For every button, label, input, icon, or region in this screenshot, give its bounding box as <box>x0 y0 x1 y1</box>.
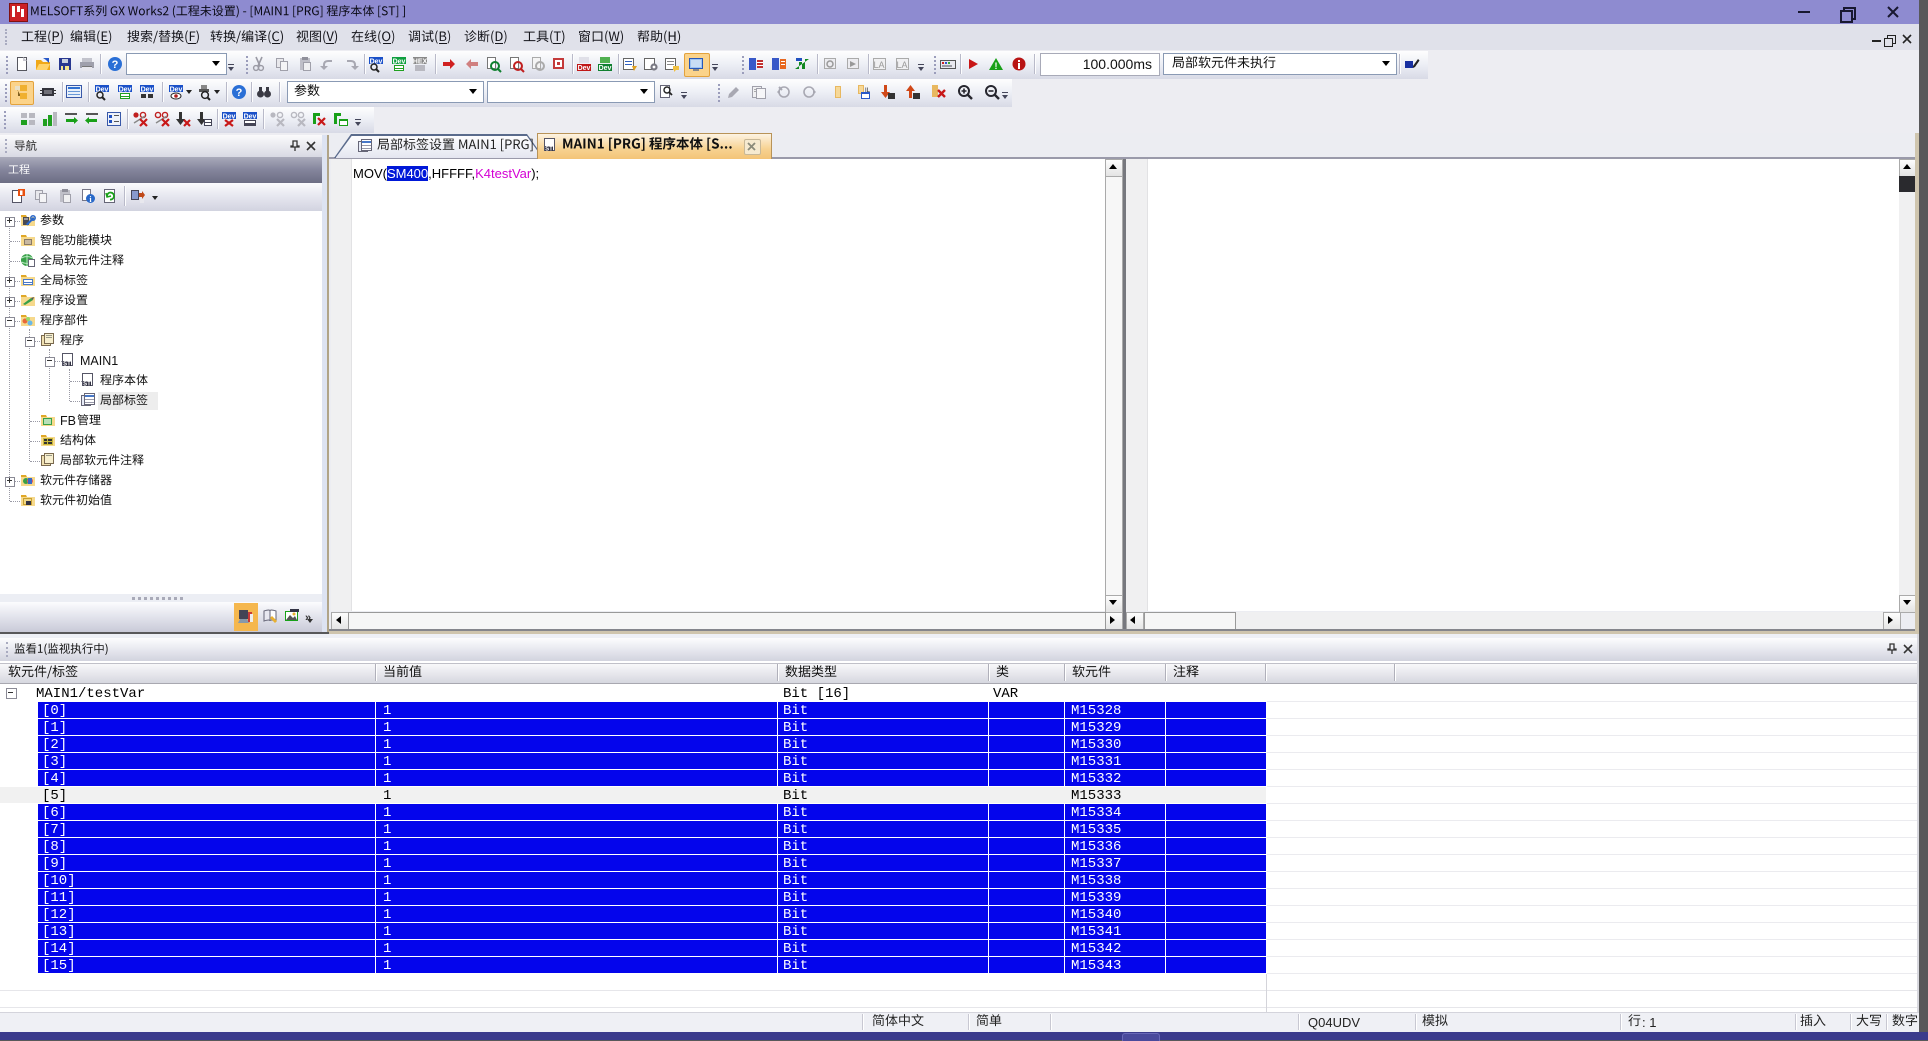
svg-text:Dev: Dev <box>393 59 406 66</box>
svg-text:Dev: Dev <box>244 114 257 121</box>
svg-text:HEX: HEX <box>413 59 428 66</box>
svg-text:Dev: Dev <box>141 87 154 94</box>
svg-text:Dev: Dev <box>599 65 612 72</box>
svg-text:Dev: Dev <box>170 87 183 94</box>
svg-text:Dev: Dev <box>119 87 132 94</box>
svg-text:ST: ST <box>63 362 71 368</box>
svg-text:IL: IL <box>865 88 871 94</box>
svg-text:Dev: Dev <box>223 114 236 121</box>
svg-text:LA: LA <box>896 60 907 70</box>
svg-text:ST: ST <box>83 382 91 388</box>
svg-text:?: ? <box>236 87 243 99</box>
svg-text:ST: ST <box>545 147 553 153</box>
svg-text:Dev: Dev <box>578 65 591 72</box>
svg-text:!: ! <box>995 61 998 71</box>
svg-text:?: ? <box>112 59 119 71</box>
svg-text:LA: LA <box>873 60 884 70</box>
